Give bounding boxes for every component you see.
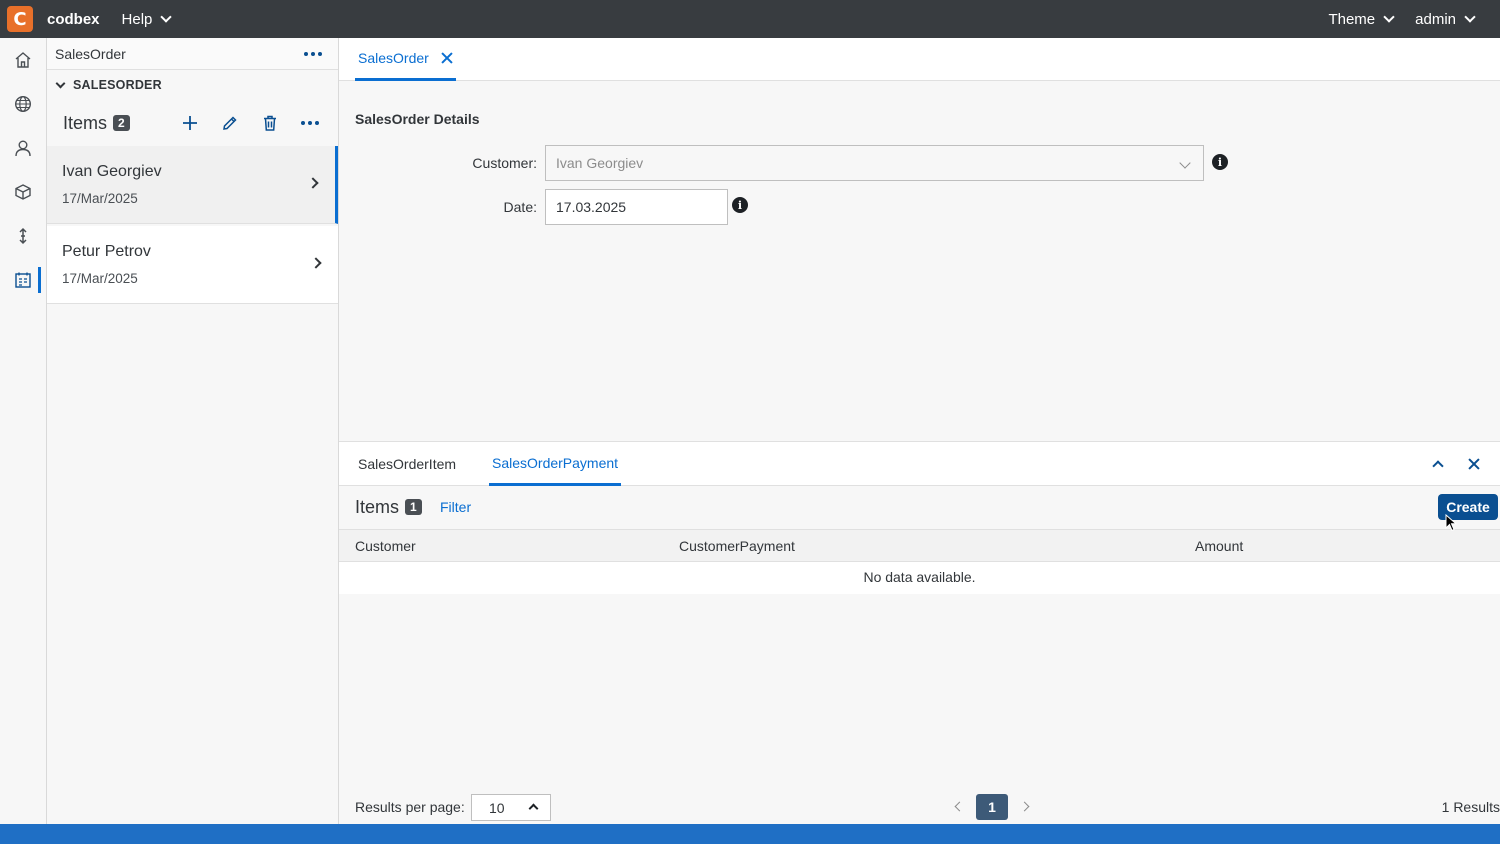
editor-tab-bar: SalesOrder [339, 38, 1500, 81]
mouse-cursor-icon [1445, 514, 1457, 532]
status-bar [0, 824, 1500, 844]
list-panel-header: SalesOrder [47, 38, 338, 70]
table-count-badge: 1 [405, 499, 422, 515]
table-title: Items 1 [355, 497, 422, 518]
current-page-button[interactable]: 1 [976, 794, 1008, 820]
detail-area: SalesOrder SalesOrder Details Customer: … [339, 38, 1500, 824]
add-icon[interactable] [170, 108, 210, 138]
close-icon[interactable] [1468, 458, 1480, 470]
chevron-up-icon [528, 803, 539, 814]
navigation-rail [0, 38, 47, 824]
user-menu[interactable]: admin [1415, 10, 1476, 28]
tab-label: SalesOrder [358, 50, 429, 66]
date-value: 17.03.2025 [556, 199, 627, 215]
more-options-icon[interactable] [304, 51, 322, 56]
tab-salesorder[interactable]: SalesOrder [355, 38, 456, 81]
top-bar: C codbex Help Theme admin [0, 0, 1500, 38]
list-item-date: 17/Mar/2025 [62, 271, 138, 286]
codbex-logo[interactable]: C [7, 6, 33, 32]
column-header-customerpayment[interactable]: CustomerPayment [679, 538, 795, 554]
previous-page-icon[interactable] [954, 801, 965, 812]
edit-icon[interactable] [210, 108, 250, 138]
info-icon[interactable]: i [732, 197, 748, 213]
more-options-icon[interactable] [290, 108, 330, 138]
delete-icon[interactable] [250, 108, 290, 138]
chevron-down-icon [55, 78, 66, 88]
pagination-footer: Results per page: 10 1 1 Results [339, 790, 1500, 824]
globe-icon[interactable] [0, 89, 46, 119]
customer-select[interactable]: Ivan Georgiev [545, 145, 1204, 181]
transport-icon[interactable] [0, 221, 46, 251]
column-header-amount[interactable]: Amount [1195, 538, 1243, 554]
info-icon[interactable]: i [1212, 154, 1228, 170]
user-menu-label: admin [1415, 10, 1456, 28]
table-toolbar: Items 1 Filter Create [339, 486, 1500, 529]
section-header[interactable]: SALESORDER [47, 70, 338, 100]
results-per-page-label: Results per page: [355, 799, 465, 815]
customer-label: Customer: [472, 155, 537, 171]
help-menu-label: Help [121, 10, 153, 28]
tab-salesorderitem[interactable]: SalesOrderItem [358, 442, 456, 486]
chevron-down-icon [1383, 10, 1395, 23]
close-icon[interactable] [441, 52, 453, 64]
chevron-down-icon [160, 10, 173, 23]
tab-salesorderpayment[interactable]: SalesOrderPayment [489, 442, 622, 486]
details-title: SalesOrder Details [355, 111, 480, 127]
help-menu[interactable]: Help [121, 10, 173, 28]
results-count: 1 Results [1441, 799, 1500, 815]
list-item[interactable]: Ivan Georgiev 17/Mar/2025 [47, 146, 338, 224]
column-header-customer[interactable]: Customer [355, 538, 416, 554]
detail-subtabs: SalesOrderItem SalesOrderPayment [339, 441, 1500, 486]
results-per-page-select[interactable]: 10 [471, 794, 551, 821]
list-item-name: Ivan Georgiev [62, 163, 162, 180]
filter-link[interactable]: Filter [440, 499, 471, 515]
next-page-icon[interactable] [1019, 801, 1030, 812]
items-title: Items [63, 112, 108, 133]
customer-value: Ivan Georgiev [556, 155, 644, 171]
home-icon[interactable] [0, 45, 46, 75]
user-icon[interactable] [0, 133, 46, 163]
master-list-panel: SalesOrder SALESORDER Items 2 Ivan Georg… [47, 38, 339, 824]
table-header: Customer CustomerPayment Amount [339, 529, 1500, 562]
date-label: Date: [503, 199, 537, 215]
table-title-text: Items [355, 497, 400, 517]
logo-letter: C [13, 8, 27, 30]
chevron-right-icon [307, 177, 319, 189]
chevron-right-icon [310, 257, 322, 269]
list-item-date: 17/Mar/2025 [62, 191, 138, 206]
brand-name[interactable]: codbex [47, 11, 100, 28]
empty-table-message: No data available. [339, 562, 1500, 594]
list-panel-title: SalesOrder [55, 45, 126, 62]
chevron-down-icon [1179, 157, 1191, 169]
items-count-badge: 2 [113, 115, 130, 131]
list-item-name: Petur Petrov [62, 243, 151, 260]
sales-order-icon[interactable] [0, 265, 46, 295]
results-per-page-value: 10 [489, 800, 505, 816]
section-title: SALESORDER [73, 78, 162, 92]
date-field[interactable]: 17.03.2025 [545, 189, 728, 225]
chevron-down-icon [1464, 10, 1476, 23]
package-icon[interactable] [0, 177, 46, 207]
collapse-icon[interactable] [1432, 460, 1444, 472]
list-item[interactable]: Petur Petrov 17/Mar/2025 [47, 226, 338, 304]
theme-menu-label: Theme [1328, 10, 1376, 28]
list-toolbar: Items 2 [47, 100, 338, 146]
theme-menu[interactable]: Theme [1328, 10, 1395, 28]
